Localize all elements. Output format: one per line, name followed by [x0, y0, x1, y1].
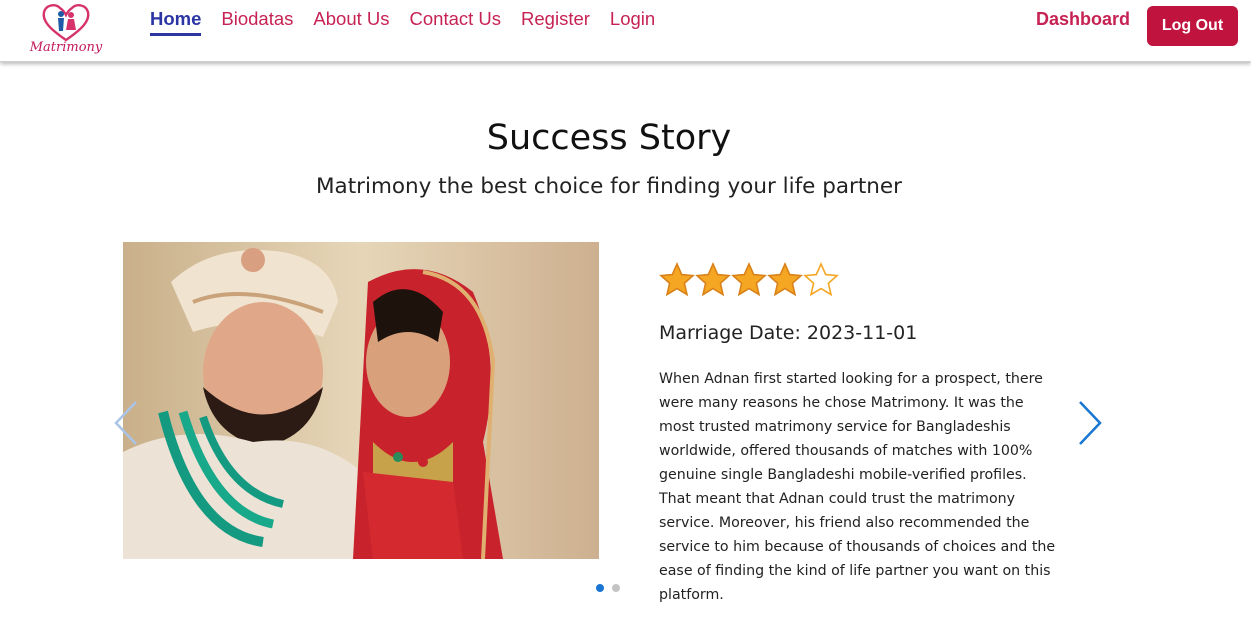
nav-biodatas[interactable]: Biodatas	[221, 8, 293, 36]
nav-login[interactable]: Login	[610, 8, 655, 36]
heart-couple-icon	[42, 4, 90, 42]
nav-about-us[interactable]: About Us	[313, 8, 389, 36]
next-slide-button[interactable]	[1076, 400, 1104, 450]
logo-text: Matrimony	[29, 40, 103, 55]
marriage-date: Marriage Date: 2023-11-01	[659, 322, 918, 344]
star-filled-icon	[731, 262, 767, 297]
section-title: Success Story	[486, 118, 732, 158]
prev-slide-button[interactable]	[112, 400, 140, 450]
star-filled-icon	[767, 262, 803, 297]
navbar: Matrimony Home Biodatas About Us Contact…	[0, 0, 1251, 62]
chevron-right-icon	[1079, 401, 1102, 445]
star-filled-icon	[695, 262, 731, 297]
star-filled-icon	[659, 262, 695, 297]
chevron-left-icon	[114, 401, 137, 445]
carousel-dot[interactable]	[596, 584, 604, 592]
carousel-dot[interactable]	[612, 584, 620, 592]
star-outline-icon	[803, 262, 839, 297]
site-logo[interactable]: Matrimony	[28, 2, 104, 58]
couple-photo	[123, 242, 599, 559]
rating-stars	[659, 262, 839, 298]
nav-register[interactable]: Register	[521, 8, 590, 36]
carousel-pagination	[596, 584, 628, 592]
logout-button[interactable]: Log Out	[1147, 6, 1238, 46]
main-nav: Home Biodatas About Us Contact Us Regist…	[150, 8, 675, 36]
nav-home[interactable]: Home	[150, 8, 202, 36]
dashboard-link[interactable]: Dashboard	[1036, 9, 1130, 30]
nav-contact-us[interactable]: Contact Us	[410, 8, 502, 36]
story-text: When Adnan first started looking for a p…	[659, 371, 1056, 603]
section-subtitle: Matrimony the best choice for finding yo…	[315, 174, 902, 199]
